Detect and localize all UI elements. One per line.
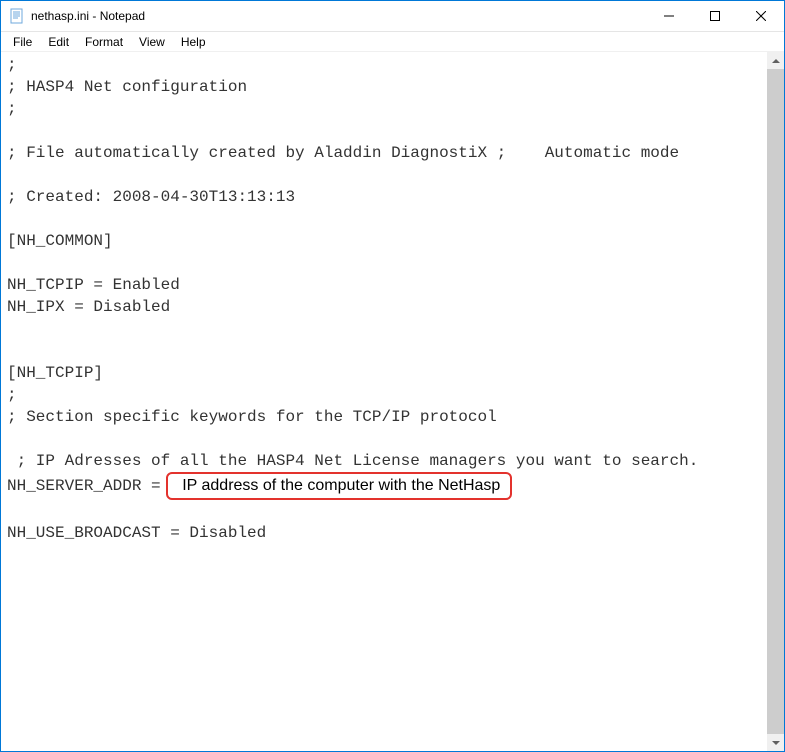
text-line (7, 428, 780, 450)
minimize-button[interactable] (646, 1, 692, 31)
menu-format[interactable]: Format (77, 34, 131, 50)
text-line: ; (7, 54, 780, 76)
text-line: [NH_TCPIP] (7, 362, 780, 384)
text-line: ; HASP4 Net configuration (7, 76, 780, 98)
menu-view[interactable]: View (131, 34, 173, 50)
text-line: ; (7, 384, 780, 406)
editor-area: ;; HASP4 Net configuration; ; File autom… (1, 52, 784, 751)
window-title: nethasp.ini - Notepad (31, 9, 646, 23)
server-addr-line: NH_SERVER_ADDR = IP address of the compu… (7, 472, 780, 500)
text-line (7, 208, 780, 230)
text-line: ; File automatically created by Aladdin … (7, 142, 780, 164)
scroll-track[interactable] (767, 69, 784, 734)
window-controls (646, 1, 784, 31)
text-line: ; IP Adresses of all the HASP4 Net Licen… (7, 450, 780, 472)
text-line (7, 318, 780, 340)
text-line: NH_USE_BROADCAST = Disabled (7, 522, 780, 544)
text-line (7, 120, 780, 142)
text-line: NH_TCPIP = Enabled (7, 274, 780, 296)
text-line: ; Created: 2008-04-30T13:13:13 (7, 186, 780, 208)
text-line (7, 252, 780, 274)
notepad-icon (9, 8, 25, 24)
text-editor[interactable]: ;; HASP4 Net configuration; ; File autom… (1, 52, 784, 751)
menubar: File Edit Format View Help (1, 32, 784, 52)
text-line: [NH_COMMON] (7, 230, 780, 252)
annotation-callout: IP address of the computer with the NetH… (166, 472, 512, 500)
titlebar: nethasp.ini - Notepad (1, 1, 784, 32)
text-line (7, 500, 780, 522)
text-line (7, 164, 780, 186)
text-line: ; (7, 98, 780, 120)
close-button[interactable] (738, 1, 784, 31)
text-line (7, 340, 780, 362)
text-line (7, 544, 780, 566)
scroll-down-arrow[interactable] (767, 734, 784, 751)
scroll-thumb[interactable] (767, 69, 784, 734)
text-line: NH_IPX = Disabled (7, 296, 780, 318)
menu-edit[interactable]: Edit (40, 34, 77, 50)
menu-file[interactable]: File (5, 34, 40, 50)
menu-help[interactable]: Help (173, 34, 214, 50)
scroll-up-arrow[interactable] (767, 52, 784, 69)
text-line: ; Section specific keywords for the TCP/… (7, 406, 780, 428)
maximize-button[interactable] (692, 1, 738, 31)
vertical-scrollbar[interactable] (767, 52, 784, 751)
server-addr-prefix: NH_SERVER_ADDR = (7, 475, 170, 497)
